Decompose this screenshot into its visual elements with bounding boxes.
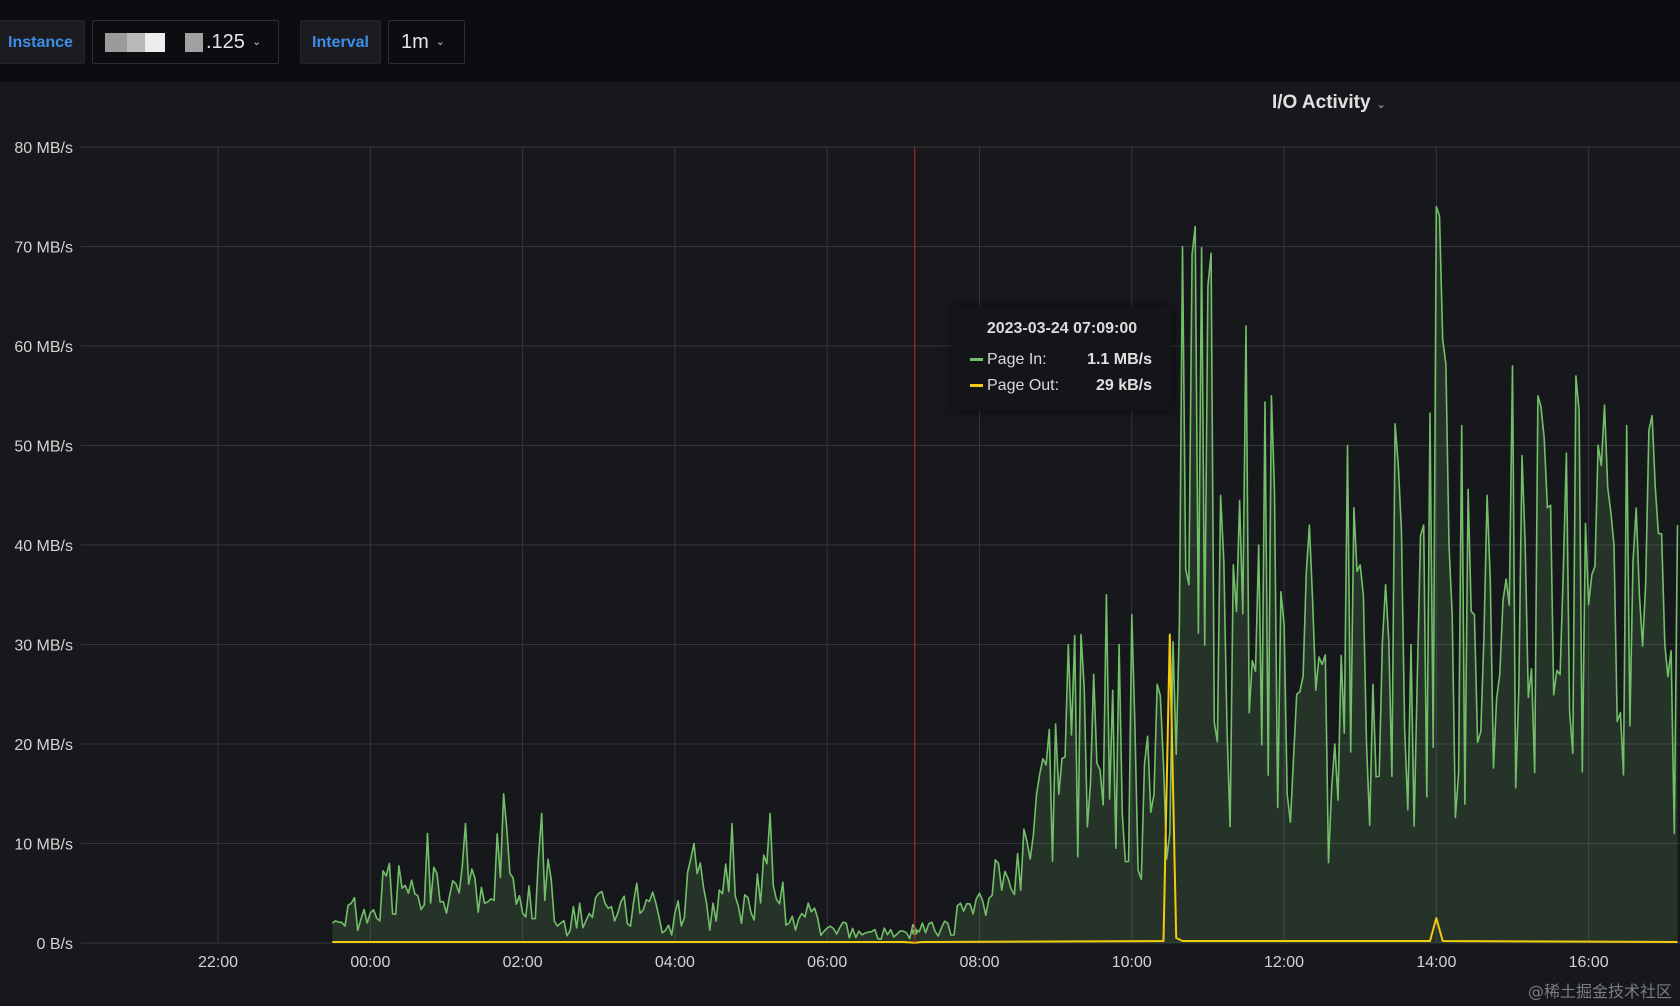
x-tick-label: 16:00: [1569, 954, 1609, 971]
legend-swatch-page-out: [970, 384, 983, 388]
tooltip-time: 2023-03-24 07:09:00: [986, 320, 1138, 337]
chart-tooltip: 2023-03-24 07:09:00 Page In: 1.1 MB/s Pa…: [952, 306, 1172, 410]
tooltip-series-name: Page Out:: [987, 377, 1060, 394]
watermark: @稀土掘金技术社区: [1527, 982, 1672, 1001]
legend-swatch-page-in: [970, 358, 983, 362]
x-tick-label: 22:00: [198, 954, 238, 971]
y-tick-label: 60 MB/s: [14, 339, 73, 356]
y-tick-label: 0 B/s: [37, 936, 73, 953]
y-tick-label: 50 MB/s: [14, 439, 73, 456]
tooltip-row-page-in: Page In: 1.1 MB/s: [970, 349, 1160, 371]
x-axis-labels: 22:00 00:00 02:00 04:00 06:00 08:00 10:00 12:00…: [198, 954, 1609, 971]
y-tick-label: 80 MB/s: [14, 140, 73, 157]
x-tick-label: 08:00: [959, 954, 999, 971]
y-tick-label: 30 MB/s: [14, 638, 73, 655]
io-activity-chart[interactable]: 0 B/s 10 MB/s 20 MB/s 30 MB/s 40 MB/s 50 MB/s…: [0, 0, 1680, 1006]
tooltip-series-name: Page In:: [987, 351, 1047, 368]
x-tick-label: 12:00: [1264, 954, 1304, 971]
x-tick-label: 10:00: [1112, 954, 1152, 971]
y-tick-label: 40 MB/s: [14, 538, 73, 555]
x-tick-label: 02:00: [503, 954, 543, 971]
tooltip-series-value: 29 kB/s: [1095, 377, 1152, 394]
x-tick-label: 00:00: [350, 954, 390, 971]
y-tick-label: 20 MB/s: [14, 737, 73, 754]
x-tick-label: 06:00: [807, 954, 847, 971]
y-tick-label: 10 MB/s: [14, 837, 73, 854]
y-axis-labels: 0 B/s 10 MB/s 20 MB/s 30 MB/s 40 MB/s 50 MB/s…: [14, 140, 73, 953]
x-tick-label: 04:00: [655, 954, 695, 971]
y-tick-label: 70 MB/s: [14, 240, 73, 257]
tooltip-row-page-out: Page Out: 29 kB/s: [970, 375, 1160, 397]
x-tick-label: 14:00: [1416, 954, 1456, 971]
tooltip-series-value: 1.1 MB/s: [1087, 351, 1152, 368]
